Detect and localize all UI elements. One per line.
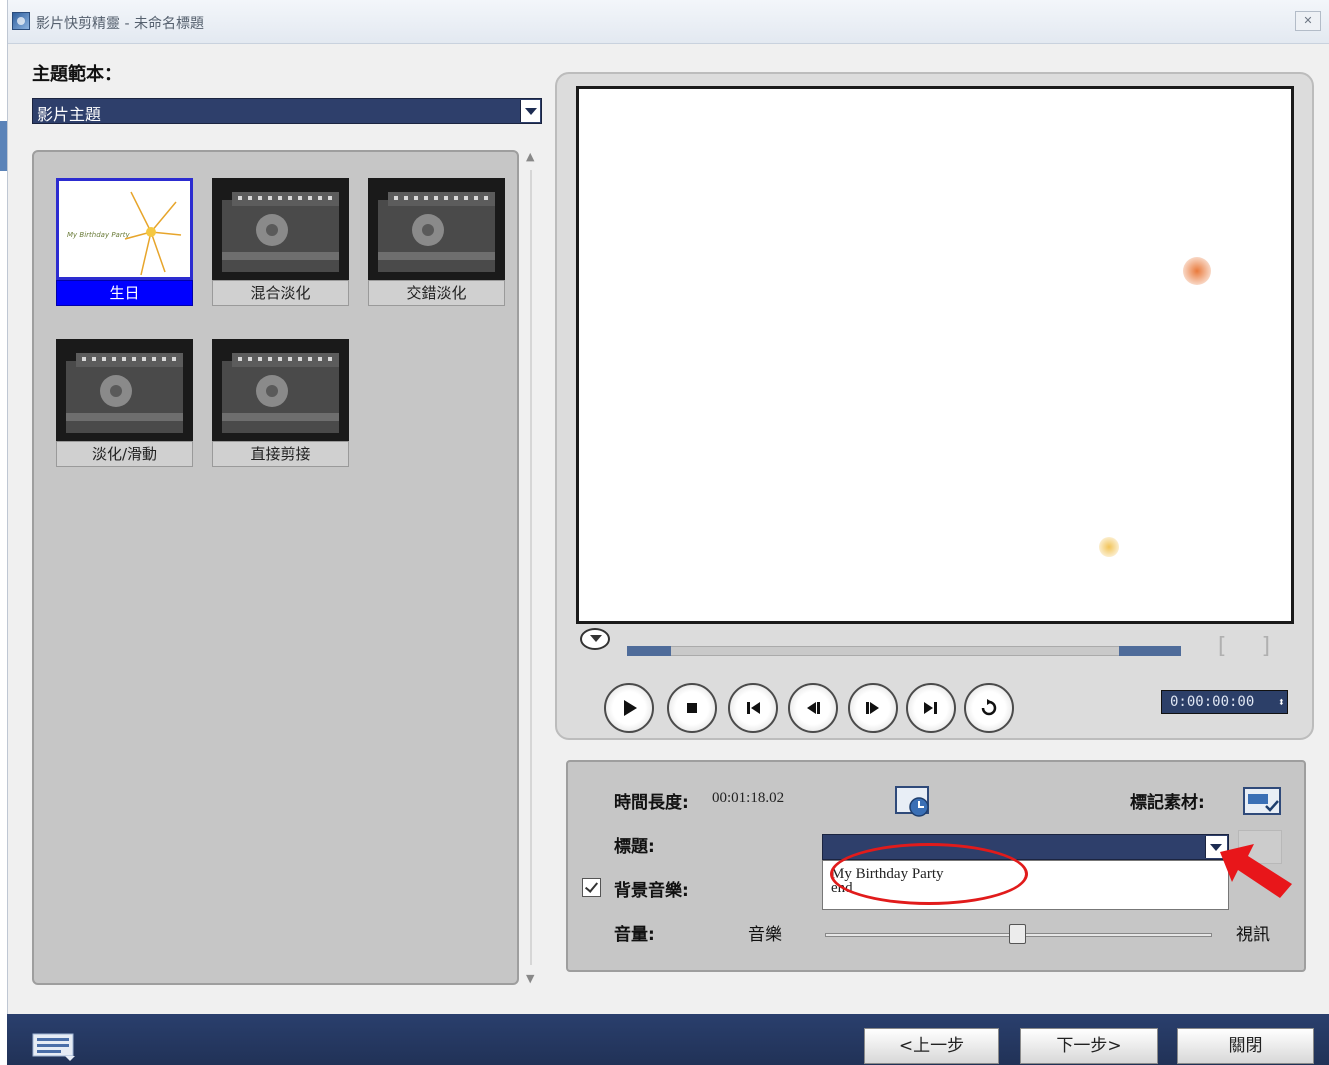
thumb-label: 混合淡化 — [212, 280, 349, 306]
template-thumb-fade-slide[interactable]: 淡化/滑動 — [56, 339, 193, 467]
duration-label: 時間長度: — [614, 793, 689, 813]
annotation-arrow-icon — [1220, 844, 1292, 898]
repeat-icon — [981, 699, 997, 716]
gallery-scrollbar[interactable]: ▲ ▼ — [521, 150, 541, 985]
theme-category-select[interactable]: 影片主題 — [32, 98, 542, 124]
go-to-end-icon — [924, 702, 937, 714]
scrubber-handle-icon[interactable] — [580, 628, 610, 650]
menu-list-icon[interactable] — [31, 1032, 77, 1062]
repeat-button[interactable] — [964, 683, 1014, 733]
stop-icon — [687, 703, 697, 713]
close-button[interactable]: 關閉 — [1177, 1028, 1314, 1064]
theme-category-value: 影片主題 — [37, 105, 102, 124]
next-frame-icon — [866, 702, 879, 714]
thumb-image — [368, 178, 505, 280]
close-window-button[interactable]: ✕ — [1295, 11, 1321, 31]
scroll-track[interactable] — [530, 170, 532, 965]
mark-clips-icon[interactable] — [1242, 784, 1282, 820]
firework-image — [124, 191, 182, 276]
previous-frame-button[interactable] — [788, 683, 838, 733]
side-accent-stripe — [0, 121, 7, 171]
scrubber-track[interactable] — [627, 646, 1181, 656]
trim-brackets-button[interactable]: [ ] — [1217, 634, 1285, 668]
thumb-image — [56, 339, 193, 441]
chevron-down-icon[interactable] — [520, 100, 540, 122]
volume-video-label: 視訊 — [1236, 925, 1270, 945]
sparkle-image — [1183, 257, 1211, 285]
sparkle-image — [1099, 537, 1119, 557]
volume-slider-thumb[interactable] — [1009, 924, 1026, 944]
go-to-start-button[interactable] — [728, 683, 778, 733]
title-label: 標題: — [614, 837, 655, 857]
volume-music-label: 音樂 — [748, 925, 782, 945]
mark-clips-label: 標記素材: — [1130, 793, 1205, 813]
play-icon — [624, 700, 637, 716]
template-thumb-mix-fade[interactable]: 混合淡化 — [212, 178, 349, 306]
next-frame-button[interactable] — [848, 683, 898, 733]
annotation-ellipse — [830, 843, 1028, 905]
thumb-image: My Birthday Party — [56, 178, 193, 280]
thumb-image — [212, 178, 349, 280]
trim-end-marker[interactable] — [1119, 646, 1181, 656]
back-button[interactable]: <上一步 — [864, 1028, 999, 1064]
trim-start-marker[interactable] — [627, 646, 671, 656]
scroll-down-icon[interactable]: ▼ — [526, 972, 534, 985]
film-reel-icon — [222, 192, 339, 272]
window-title: 影片快剪精靈 - 未命名標題 — [36, 16, 204, 32]
template-label: 主題範本： — [32, 64, 122, 85]
template-thumb-birthday[interactable]: My Birthday Party 生日 — [56, 178, 193, 306]
thumb-label: 交錯淡化 — [368, 280, 505, 306]
preview-screen — [576, 86, 1294, 624]
title-bar: 影片快剪精靈 - 未命名標題 ✕ — [8, 0, 1329, 44]
template-thumb-direct-cut[interactable]: 直接剪接 — [212, 339, 349, 467]
scroll-up-icon[interactable]: ▲ — [526, 150, 534, 163]
next-button[interactable]: 下一步> — [1020, 1028, 1158, 1064]
go-to-start-icon — [747, 702, 760, 714]
template-thumb-cross-fade[interactable]: 交錯淡化 — [368, 178, 505, 306]
bg-music-checkbox[interactable] — [582, 878, 601, 897]
film-reel-icon — [222, 353, 339, 433]
duration-value: 00:01:18.02 — [712, 790, 785, 806]
timecode-display[interactable]: 0:00:00:00 — [1161, 690, 1288, 714]
play-button[interactable] — [604, 683, 654, 733]
thumb-image — [212, 339, 349, 441]
go-to-end-button[interactable] — [906, 683, 956, 733]
thumb-label: 淡化/滑動 — [56, 441, 193, 467]
edit-duration-icon[interactable] — [893, 784, 933, 820]
thumb-label: 生日 — [56, 280, 193, 306]
thumb-label: 直接剪接 — [212, 441, 349, 467]
film-reel-icon — [66, 353, 183, 433]
previous-frame-icon — [807, 702, 820, 714]
film-reel-icon — [378, 192, 495, 272]
stop-button[interactable] — [667, 683, 717, 733]
app-icon — [12, 12, 30, 30]
bg-music-label: 背景音樂: — [614, 881, 689, 901]
volume-label: 音量: — [614, 925, 655, 945]
